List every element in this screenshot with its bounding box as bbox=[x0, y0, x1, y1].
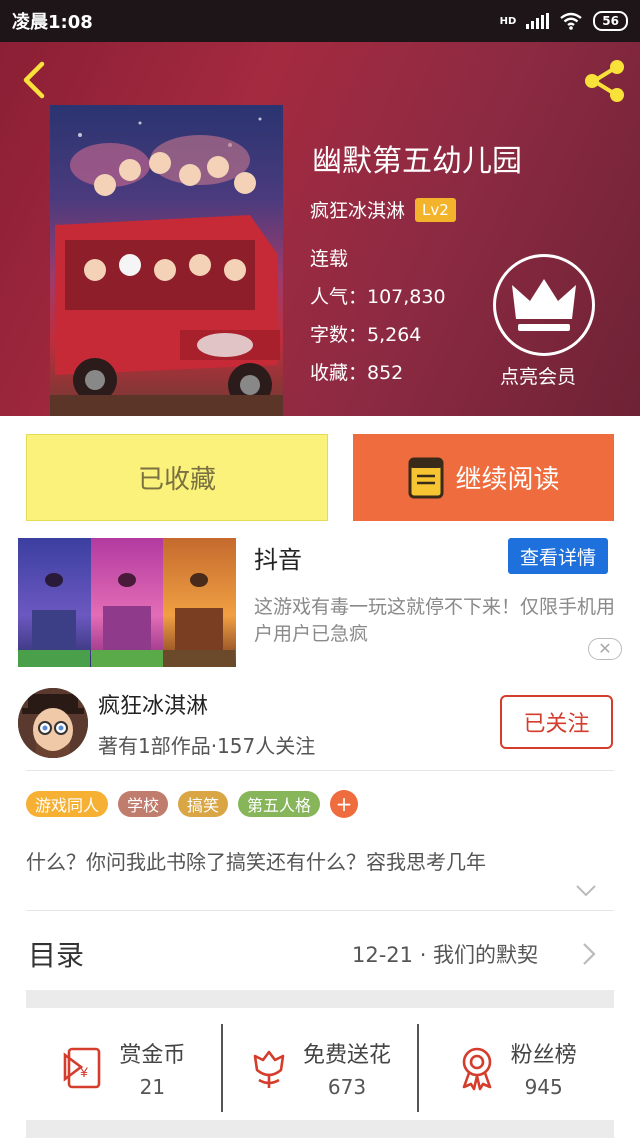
fan-ranking-value: 945 bbox=[524, 1075, 563, 1099]
toc-label[interactable]: 目录 bbox=[28, 934, 84, 974]
wifi-icon bbox=[560, 12, 583, 30]
book-status: 连载 bbox=[310, 248, 349, 270]
reward-coins-value: 21 bbox=[139, 1075, 166, 1099]
divider bbox=[26, 910, 614, 911]
ad-panel-3 bbox=[163, 538, 237, 667]
section-separator bbox=[26, 1120, 614, 1138]
reward-coins-button[interactable]: ¥ 赏金币 21 bbox=[26, 1024, 221, 1112]
continue-reading-label: 继续阅读 bbox=[455, 465, 560, 495]
book-title: 幽默第五幼儿园 bbox=[312, 144, 522, 179]
book-icon bbox=[408, 457, 444, 498]
tag-item[interactable]: 游戏同人 bbox=[26, 791, 109, 817]
medal-icon bbox=[462, 1047, 491, 1091]
network-label: HD bbox=[499, 15, 517, 27]
vip-button[interactable] bbox=[493, 254, 595, 356]
status-time: 凌晨1:08 bbox=[12, 12, 93, 33]
svg-text:¥: ¥ bbox=[79, 1064, 88, 1080]
book-cover[interactable] bbox=[50, 105, 283, 416]
follow-button[interactable]: 已关注 bbox=[500, 695, 613, 749]
ad-app-name[interactable]: 抖音 bbox=[254, 540, 302, 575]
ad-panel-2 bbox=[90, 538, 164, 667]
share-icon[interactable] bbox=[580, 56, 630, 106]
toc-latest-chapter[interactable]: 12-21 · 我们的默契 bbox=[352, 939, 538, 969]
book-word-count: 字数：5,264 bbox=[310, 324, 422, 346]
add-tag-button[interactable]: + bbox=[330, 790, 359, 818]
author-name[interactable]: 疯狂冰淇淋 bbox=[98, 688, 208, 720]
ad-close-button[interactable]: ✕ bbox=[588, 638, 622, 660]
book-author-row[interactable]: 疯狂冰淇淋 Lv2 bbox=[310, 196, 456, 223]
send-flower-label: 免费送花 bbox=[303, 1043, 392, 1068]
flower-icon bbox=[253, 1050, 285, 1088]
book-header: 幽默第五幼儿园 疯狂冰淇淋 Lv2 连载 人气：107,830 字数：5,264… bbox=[0, 42, 640, 416]
chevron-right-icon[interactable] bbox=[582, 942, 596, 966]
divider bbox=[26, 770, 614, 771]
reward-stats: ¥ 赏金币 21 免费送花 673 粉丝榜 945 bbox=[26, 1024, 614, 1112]
reward-coins-label: 赏金币 bbox=[119, 1043, 186, 1068]
avatar[interactable] bbox=[18, 688, 88, 758]
tag-item[interactable]: 搞笑 bbox=[178, 791, 229, 817]
back-arrow-icon[interactable] bbox=[16, 60, 56, 100]
send-flower-value: 673 bbox=[327, 1075, 367, 1099]
book-intro[interactable]: 什么？你问我此书除了搞笑还有什么？容我思考几年 bbox=[26, 846, 486, 875]
tag-item[interactable]: 第五人格 bbox=[238, 791, 321, 817]
send-flower-button[interactable]: 免费送花 673 bbox=[220, 1024, 418, 1112]
continue-reading-button[interactable]: 继续阅读 bbox=[353, 434, 614, 521]
battery-indicator: 56 bbox=[593, 11, 628, 31]
book-author[interactable]: 疯狂冰淇淋 bbox=[310, 196, 405, 223]
status-bar: 凌晨1:08 HD 56 bbox=[0, 0, 640, 42]
cover-illustration bbox=[50, 117, 283, 416]
crown-icon bbox=[512, 279, 576, 331]
vip-label[interactable]: 点亮会员 bbox=[500, 362, 576, 389]
fan-ranking-button[interactable]: 粉丝榜 945 bbox=[417, 1024, 614, 1112]
author-level-badge: Lv2 bbox=[415, 197, 456, 222]
ad-details-button[interactable]: 查看详情 bbox=[508, 538, 608, 574]
chevron-down-icon[interactable] bbox=[575, 884, 597, 898]
signal-icon bbox=[526, 13, 550, 29]
content-area: 已收藏 继续阅读 抖音 查看详情 这游戏有毒一玩这就停不下来！仅限手机用户用户已… bbox=[0, 416, 640, 1138]
ad-thumbnail[interactable] bbox=[18, 538, 237, 667]
ad-panel-1 bbox=[18, 538, 91, 667]
book-favorites: 收藏：852 bbox=[310, 362, 404, 384]
fan-ranking-label: 粉丝榜 bbox=[510, 1043, 577, 1068]
section-separator bbox=[26, 990, 614, 1008]
tag-item[interactable]: 学校 bbox=[118, 791, 169, 817]
book-popularity: 人气：107,830 bbox=[310, 286, 446, 308]
author-summary: 著有1部作品·157人关注 bbox=[98, 734, 316, 758]
red-envelope-icon: ¥ bbox=[64, 1047, 101, 1089]
collected-button[interactable]: 已收藏 bbox=[26, 434, 328, 521]
ad-description[interactable]: 这游戏有毒一玩这就停不下来！仅限手机用户用户已急疯 bbox=[254, 594, 624, 648]
tag-list: 游戏同人 学校 搞笑 第五人格 + bbox=[26, 790, 359, 818]
